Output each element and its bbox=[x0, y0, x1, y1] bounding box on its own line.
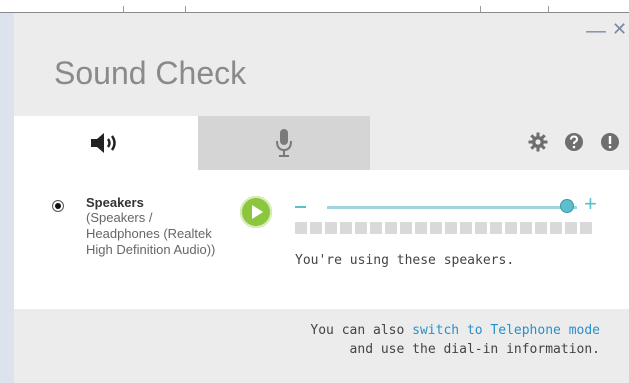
play-test-sound-button[interactable] bbox=[240, 196, 272, 228]
minimize-button[interactable]: — bbox=[586, 21, 606, 41]
footer-line1: You can also switch to Telephone mode bbox=[310, 323, 600, 338]
tab-speakers[interactable] bbox=[14, 116, 198, 170]
gear-icon[interactable] bbox=[528, 132, 548, 152]
help-icon[interactable] bbox=[564, 132, 584, 152]
device-description: (Speakers / Headphones (Realtek High Def… bbox=[86, 210, 216, 257]
telephone-mode-link[interactable]: switch to Telephone mode bbox=[412, 323, 600, 338]
footer-line2: and use the dial-in information. bbox=[349, 342, 600, 357]
device-name: Speakers bbox=[86, 195, 144, 210]
sound-check-window: — ✕ Sound Check Speakers (Speakers / Hea… bbox=[14, 13, 629, 383]
volume-slider-track[interactable] bbox=[327, 206, 577, 209]
speaker-radio[interactable] bbox=[52, 200, 64, 212]
footer-prefix: You can also bbox=[310, 323, 413, 338]
background-window-strip bbox=[0, 0, 629, 13]
tab-microphone[interactable] bbox=[198, 116, 370, 170]
volume-up-button[interactable]: + bbox=[584, 193, 597, 215]
audio-level-meter bbox=[295, 222, 595, 234]
speaker-icon bbox=[91, 133, 116, 153]
alert-icon[interactable] bbox=[600, 132, 620, 152]
volume-slider-thumb[interactable] bbox=[560, 199, 574, 213]
window-title: Sound Check bbox=[54, 55, 247, 91]
speaker-status-text: You're using these speakers. bbox=[295, 253, 515, 268]
microphone-icon bbox=[276, 129, 292, 157]
volume-down-button[interactable] bbox=[295, 206, 306, 208]
close-button[interactable]: ✕ bbox=[612, 19, 627, 39]
